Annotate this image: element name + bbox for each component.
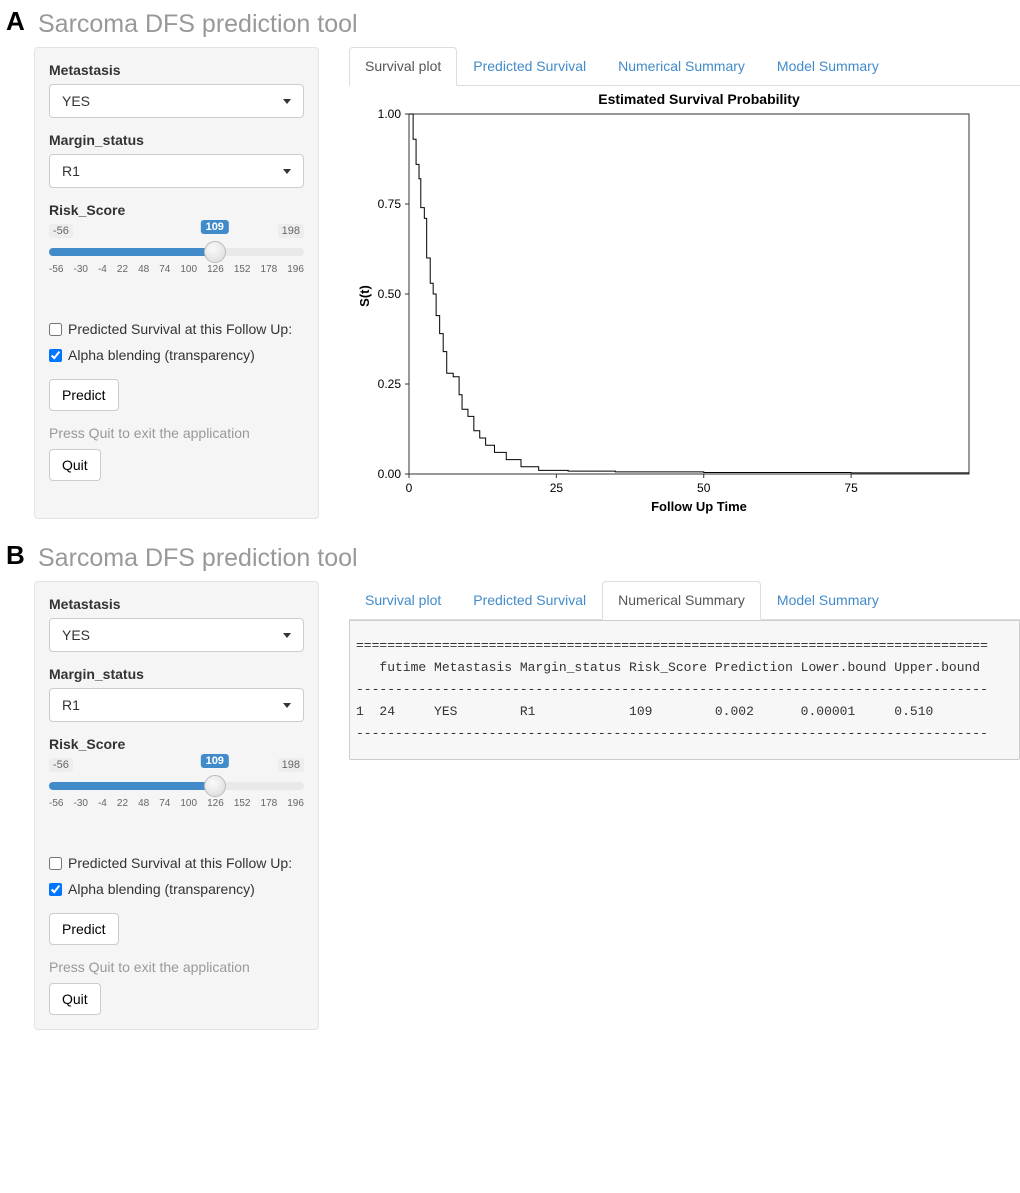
svg-text:Estimated Survival Probability: Estimated Survival Probability — [598, 91, 800, 107]
plot-container: Estimated Survival Probability Follow Up… — [349, 86, 1020, 519]
svg-text:Follow Up Time: Follow Up Time — [651, 499, 747, 514]
metastasis-value: YES — [62, 93, 90, 109]
predict-button[interactable]: Predict — [49, 379, 119, 411]
risk-value-badge: 109 — [201, 754, 229, 768]
margin-label: Margin_status — [49, 132, 304, 148]
risk-label: Risk_Score — [49, 736, 304, 752]
risk-label: Risk_Score — [49, 202, 304, 218]
risk-value-badge: 109 — [201, 220, 229, 234]
main-pane: Survival plot Predicted Survival Numeric… — [349, 581, 1020, 1030]
risk-min: -56 — [49, 758, 73, 772]
app-title: Sarcoma DFS prediction tool — [38, 544, 1020, 573]
panel-letter-b: B — [6, 540, 25, 571]
metastasis-value: YES — [62, 627, 90, 643]
sidebar: Metastasis YES Margin_status R1 Risk_Sco… — [34, 47, 319, 519]
survival-plot: Estimated Survival Probability Follow Up… — [349, 86, 979, 516]
svg-text:0.00: 0.00 — [378, 467, 402, 481]
slider-thumb[interactable] — [204, 775, 226, 797]
tab-model-summary[interactable]: Model Summary — [761, 581, 895, 619]
panel-letter-a: A — [6, 6, 25, 37]
risk-slider[interactable]: -56 198 109 -56-30 -422 4874 100126 1521… — [49, 224, 304, 275]
checkbox-input[interactable] — [49, 349, 62, 362]
numerical-summary-output: ========================================… — [349, 620, 1020, 760]
svg-text:75: 75 — [844, 481, 858, 495]
checkbox-pred-survival[interactable]: Predicted Survival at this Follow Up: — [49, 855, 304, 871]
chevron-down-icon — [283, 703, 291, 708]
chevron-down-icon — [283, 99, 291, 104]
risk-ticks: -56-30 -422 4874 100126 152178 196 — [49, 264, 304, 275]
risk-min: -56 — [49, 224, 73, 238]
margin-value: R1 — [62, 697, 80, 713]
quit-help: Press Quit to exit the application — [49, 959, 304, 975]
tab-predicted-survival[interactable]: Predicted Survival — [457, 47, 602, 85]
app-title: Sarcoma DFS prediction tool — [38, 10, 1020, 39]
margin-label: Margin_status — [49, 666, 304, 682]
quit-help: Press Quit to exit the application — [49, 425, 304, 441]
tab-survival-plot[interactable]: Survival plot — [349, 47, 457, 86]
metastasis-select[interactable]: YES — [49, 618, 304, 652]
chevron-down-icon — [283, 169, 291, 174]
quit-button[interactable]: Quit — [49, 983, 101, 1015]
tab-numerical-summary[interactable]: Numerical Summary — [602, 581, 761, 620]
svg-text:1.00: 1.00 — [378, 107, 402, 121]
slider-thumb[interactable] — [204, 241, 226, 263]
checkbox-input[interactable] — [49, 857, 62, 870]
main-pane: Survival plot Predicted Survival Numeric… — [349, 47, 1020, 519]
tab-survival-plot[interactable]: Survival plot — [349, 581, 457, 619]
tab-bar: Survival plot Predicted Survival Numeric… — [349, 581, 1020, 620]
quit-button[interactable]: Quit — [49, 449, 101, 481]
panel-a: A Sarcoma DFS prediction tool Metastasis… — [0, 10, 1020, 519]
tab-numerical-summary[interactable]: Numerical Summary — [602, 47, 761, 85]
metastasis-label: Metastasis — [49, 62, 304, 78]
checkbox-alpha[interactable]: Alpha blending (transparency) — [49, 347, 304, 363]
checkbox-alpha[interactable]: Alpha blending (transparency) — [49, 881, 304, 897]
tab-predicted-survival[interactable]: Predicted Survival — [457, 581, 602, 619]
svg-text:0.75: 0.75 — [378, 197, 402, 211]
margin-value: R1 — [62, 163, 80, 179]
sidebar: Metastasis YES Margin_status R1 Risk_Sco… — [34, 581, 319, 1030]
margin-select[interactable]: R1 — [49, 154, 304, 188]
panel-b: B Sarcoma DFS prediction tool Metastasis… — [0, 544, 1020, 1030]
checkbox-input[interactable] — [49, 883, 62, 896]
risk-max: 198 — [278, 224, 304, 238]
svg-text:0.50: 0.50 — [378, 287, 402, 301]
margin-select[interactable]: R1 — [49, 688, 304, 722]
svg-text:0.25: 0.25 — [378, 377, 402, 391]
checkbox-pred-survival[interactable]: Predicted Survival at this Follow Up: — [49, 321, 304, 337]
risk-slider[interactable]: -56 198 109 -56-30 -422 4874 100126 1521… — [49, 758, 304, 809]
risk-ticks: -56-30 -422 4874 100126 152178 196 — [49, 798, 304, 809]
risk-max: 198 — [278, 758, 304, 772]
svg-text:0: 0 — [406, 481, 413, 495]
tab-bar: Survival plot Predicted Survival Numeric… — [349, 47, 1020, 86]
predict-button[interactable]: Predict — [49, 913, 119, 945]
svg-text:S(t): S(t) — [357, 285, 372, 307]
checkbox-input[interactable] — [49, 323, 62, 336]
metastasis-label: Metastasis — [49, 596, 304, 612]
svg-text:50: 50 — [697, 481, 711, 495]
svg-text:25: 25 — [550, 481, 564, 495]
metastasis-select[interactable]: YES — [49, 84, 304, 118]
tab-model-summary[interactable]: Model Summary — [761, 47, 895, 85]
chevron-down-icon — [283, 633, 291, 638]
